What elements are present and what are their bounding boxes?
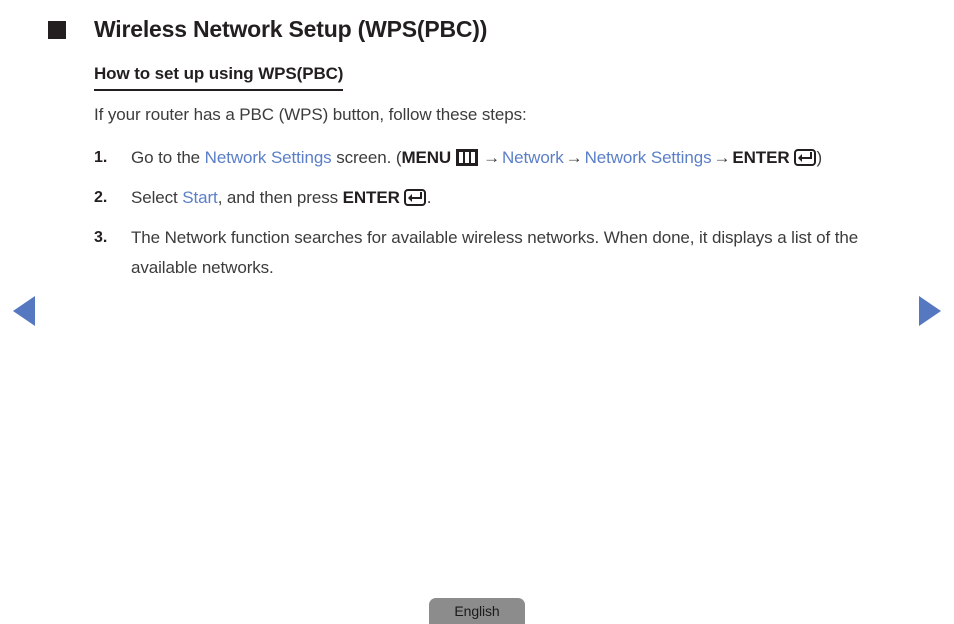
page-heading: Wireless Network Setup (WPS(PBC)) xyxy=(48,14,914,44)
square-bullet-icon xyxy=(48,21,66,39)
step2-pre-text: Select xyxy=(131,188,183,207)
step2-post-text: . xyxy=(426,188,432,207)
key-menu-label: MENU xyxy=(401,148,452,167)
list-item: 3. The Network function searches for ava… xyxy=(94,223,914,283)
subtitle-wrapper: How to set up using WPS(PBC) xyxy=(94,62,914,91)
enter-icon xyxy=(793,149,816,166)
list-item: 1. Go to the Network Settings screen. (M… xyxy=(94,143,914,173)
key-enter-label-1: ENTER xyxy=(732,148,790,167)
arrow-separator-2: → xyxy=(565,148,583,167)
intro-paragraph: If your router has a PBC (WPS) button, f… xyxy=(94,105,527,124)
section-subtitle: How to set up using WPS(PBC) xyxy=(94,62,343,91)
link-network-settings-2a[interactable]: Network xyxy=(585,148,647,167)
content-body: How to set up using WPS(PBC) If your rou… xyxy=(94,62,914,293)
arrow-separator-3: → xyxy=(713,148,731,167)
arrow-separator-1: → xyxy=(483,148,500,167)
step-text: Select Start, and then press ENTER. xyxy=(131,183,914,213)
link-network[interactable]: Network xyxy=(502,148,564,167)
page-title: Wireless Network Setup (WPS(PBC)) xyxy=(94,16,488,42)
step1-pre-text: Go to the xyxy=(131,148,205,167)
step-number: 2. xyxy=(94,189,108,206)
next-page-arrow-icon[interactable] xyxy=(919,296,941,326)
step1-mid-text: screen. ( xyxy=(331,148,402,167)
steps-list: 1. Go to the Network Settings screen. (M… xyxy=(94,143,914,283)
list-item: 2. Select Start, and then press ENTER. xyxy=(94,183,914,213)
key-enter-label-2: ENTER xyxy=(342,188,400,207)
link-network-settings[interactable]: Network Settings xyxy=(205,148,332,167)
step-number: 3. xyxy=(94,229,108,246)
step2-mid-text: , and then press xyxy=(217,188,343,207)
menu-icon xyxy=(456,149,479,166)
link-network-settings-2b[interactable]: Settings xyxy=(651,148,712,167)
step-text: Go to the Network Settings screen. (MENU… xyxy=(131,143,914,173)
step-text: The Network function searches for availa… xyxy=(131,228,859,277)
previous-page-arrow-icon[interactable] xyxy=(13,296,35,326)
language-badge[interactable]: English xyxy=(429,598,525,624)
enter-icon xyxy=(403,189,426,206)
step-number: 1. xyxy=(94,149,108,166)
manual-page: Wireless Network Setup (WPS(PBC)) How to… xyxy=(0,0,954,624)
link-start[interactable]: Start xyxy=(182,188,218,207)
step1-close-paren: ) xyxy=(816,148,823,167)
